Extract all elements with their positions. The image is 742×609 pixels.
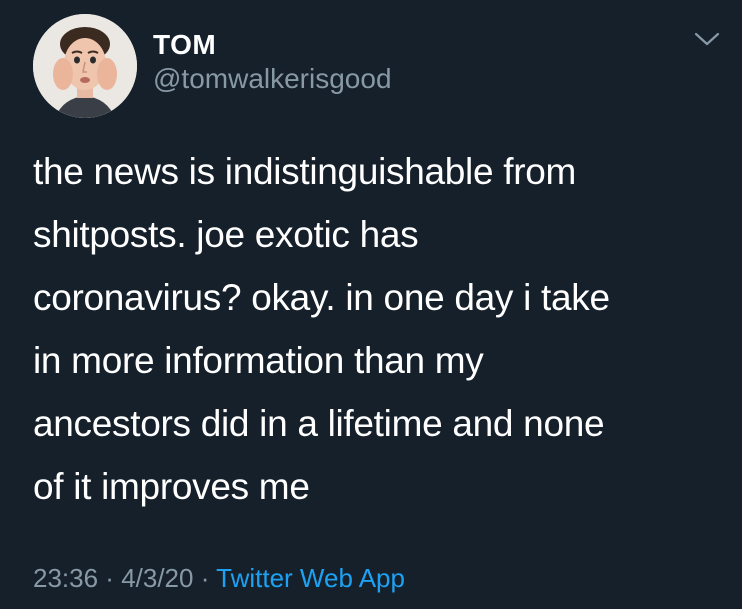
meta-separator: · (98, 563, 122, 593)
chevron-down-icon[interactable] (693, 29, 721, 49)
tweet-time[interactable]: 23:36 (33, 563, 98, 593)
tweet-source-link[interactable]: Twitter Web App (216, 563, 405, 593)
tweet-text: the news is indistinguishable from shitp… (33, 151, 610, 507)
meta-separator: · (193, 563, 217, 593)
avatar[interactable] (33, 14, 137, 118)
tweet-date[interactable]: 4/3/20 (121, 563, 193, 593)
user-handle[interactable]: @tomwalkerisgood (153, 63, 392, 95)
tweet-card: TOM @tomwalkerisgood the news is indisti… (0, 0, 742, 609)
profile-photo-icon (33, 14, 137, 118)
tweet-meta: 23:36 · 4/3/20 · Twitter Web App (33, 562, 405, 594)
display-name[interactable]: TOM (153, 29, 216, 61)
